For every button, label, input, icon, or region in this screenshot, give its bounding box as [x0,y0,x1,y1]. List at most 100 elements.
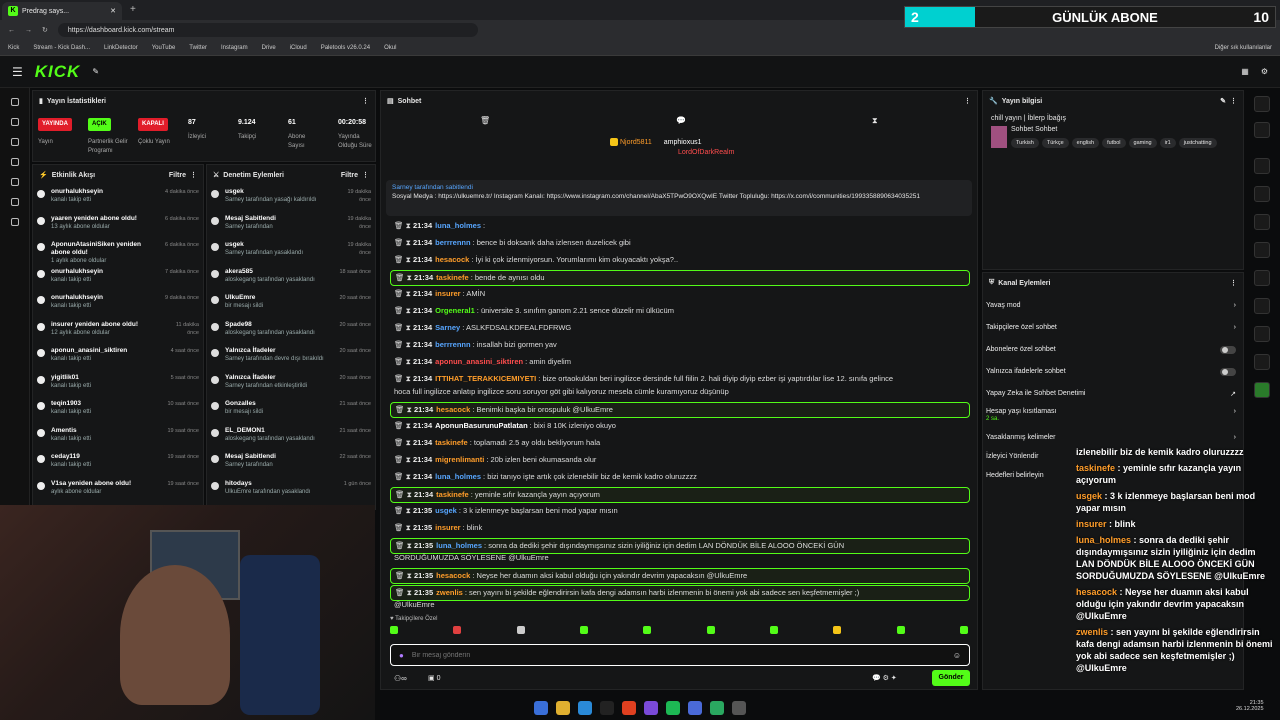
chat-message[interactable]: 🗑 ⧗ 21:35 usgek: 3 k izlenmeye başlarsan … [390,504,970,518]
mod-actions-icon[interactable]: 🗑 ⧗ [394,357,413,366]
activity-filter-button[interactable]: Filtre [169,172,186,179]
chat-message[interactable]: 🗑 ⧗ 21:34 berrrennn: insallah bizi gormen… [390,338,970,352]
message-username[interactable]: AponunBasurunuPatlatan [435,421,528,430]
bookmark[interactable]: Twitter [189,45,207,51]
feed-row[interactable]: Yalnızca İfadeler Sarney tarafından etkin… [207,371,375,398]
emote-icon[interactable] [453,626,462,634]
feed-row[interactable]: akera585 aloskegang tarafından yasaklandı… [207,265,375,292]
chat-message[interactable]: @UlkuEmre [390,598,970,612]
chat-message[interactable]: 🗑 ⧗ 21:34 taskinefe: yeminle sıfır kazanç… [390,487,970,503]
message-username[interactable]: zwenlis [436,588,463,597]
feed-row[interactable]: usgek Sarney tarafından yasaklandı 19 daki… [207,238,375,265]
more-icon[interactable]: ⋮ [964,97,971,105]
bookmark[interactable]: Stream - Kick Dash... [33,45,90,51]
feed-row[interactable]: V1sa yeniden abone oldu! aylık abone oldu… [33,477,203,504]
chat-bubble-icon[interactable]: 💬 [676,116,686,125]
mod-actions-icon[interactable]: 🗑 ⧗ [394,472,413,481]
rail-target-icon[interactable] [1254,158,1270,174]
more-icon[interactable]: ⋮ [362,171,369,179]
feed-row[interactable]: Amentis kanalı takip etti 19 saat önce [33,424,203,451]
more-icon[interactable]: ⋮ [190,171,197,179]
message-username[interactable]: luna_holmes [435,221,481,230]
chat-message[interactable]: 🗑 ⧗ 21:34 berrrennn: bence bi doksank dah… [390,236,970,250]
mod-actions-icon[interactable]: 🗑 ⧗ [394,374,413,383]
emote-icon[interactable] [579,626,588,634]
chat-message[interactable]: 🗑 ⧗ 21:34 migrenlimanti: 20b izlen beni o… [390,453,970,467]
emote-icon[interactable] [516,626,525,634]
message-username[interactable]: usgek [435,506,457,515]
firefox-icon[interactable] [622,701,636,715]
rail-btn-1[interactable] [1254,96,1270,112]
feed-row[interactable]: EL_DEMON1 aloskegang tarafından yasakland… [207,424,375,451]
browser-tab[interactable]: K Predrag says... ✕ [2,2,122,20]
url-field[interactable]: https://dashboard.kick.com/stream [57,23,478,37]
rail-content-icon[interactable] [11,118,19,126]
mod-actions-icon[interactable]: 🗑 ⧗ [394,455,413,464]
banned-words-row[interactable]: Yasaklanmış kelimeler › [986,434,1236,441]
feed-row[interactable]: teqin1903 kanalı takip etti 10 saat önce [33,397,203,424]
rail-pen-icon[interactable] [1254,122,1270,138]
rail-share-icon[interactable] [1254,354,1270,370]
rail-chat-icon[interactable] [1254,242,1270,258]
mod-actions-icon[interactable]: 🗑 ⧗ [394,221,413,230]
emote-icon[interactable] [833,626,842,634]
mod-actions-icon[interactable]: 🗑 ⧗ [394,323,413,332]
chat-message[interactable]: 🗑 ⧗ 21:34 Sarney: ASLKFDSALKDFEALFDFRWG [390,321,970,335]
mod-actions-icon[interactable]: 🗑 ⧗ [395,405,414,414]
settings-icon[interactable]: ⚙ [1261,67,1268,76]
emotes-only-toggle[interactable] [1220,368,1236,376]
chat-message[interactable]: 🗑 ⧗ 21:34 AponunBasurunuPatlatan: bixi 8 … [390,419,970,433]
message-username[interactable]: Sarney [435,323,460,332]
obs-icon[interactable] [732,701,746,715]
mod-actions-icon[interactable]: 🗑 ⧗ [394,421,413,430]
layout-icon[interactable]: ▦ [1241,67,1249,76]
bookmark[interactable]: Instagram [221,45,248,51]
bookmark[interactable]: LinkDetector [104,45,138,51]
feed-row[interactable]: usgek Sarney tarafından yasağı kaldırıldı… [207,185,375,212]
feed-row[interactable]: ceday119 kanalı takip etti 19 saat önce [33,450,203,477]
feed-row[interactable]: Spade98 aloskegang tarafından yasaklandı 2… [207,318,375,345]
mic-icon[interactable]: ● [399,651,404,660]
feed-row[interactable]: onurhalukhseyin kanalı takip etti 7 dakika… [33,265,203,292]
mod-actions-icon[interactable]: 🗑 ⧗ [394,438,413,447]
emote-icon[interactable] [643,626,652,634]
send-button[interactable]: Gönder [932,670,970,686]
edge-icon[interactable] [578,701,592,715]
feed-row[interactable]: yigitlik01 kanalı takip etti 5 saat önce [33,371,203,398]
mod-actions-icon[interactable]: 🗑 ⧗ [394,506,413,515]
message-username[interactable]: hesacock [436,571,470,580]
feed-row[interactable]: aponun_anasini_siktiren kanalı takip etti… [33,344,203,371]
emote-icon[interactable] [959,626,968,634]
message-username[interactable]: berrrennn [435,340,470,349]
rail-square-icon[interactable] [1254,298,1270,314]
hourglass-icon[interactable]: ⧗ [872,116,878,126]
explorer-icon[interactable] [556,701,570,715]
new-tab-icon[interactable]: + [130,4,136,15]
reload-icon[interactable]: ↻ [42,26,48,34]
feed-row[interactable]: Mesaj Sabitlendi Sarney tarafından 22 saat… [207,450,375,477]
bookmark[interactable]: Paletools v26.0.24 [321,45,370,51]
moderation-filter-button[interactable]: Filtre [341,172,358,179]
chat-message[interactable]: 🗑 ⧗ 21:34 Orgeneral1: üniversite 3. sınıf… [390,304,970,318]
more-icon[interactable]: ⋮ [362,97,369,105]
followers-only-row[interactable]: Takipçilere özel sohbet › [986,324,1236,331]
emote-icon[interactable] [706,626,715,634]
chat-message[interactable]: 🗑 ⧗ 21:34 ITTIHAT_TERAKKICEMIYETI: bize o… [390,372,970,386]
mod-actions-icon[interactable]: 🗑 ⧗ [395,541,414,550]
rail-settings-icon[interactable] [11,218,19,226]
chat-message[interactable]: 🗑 ⧗ 21:34 aponun_anasini_siktiren: amin d… [390,355,970,369]
close-tab-icon[interactable]: ✕ [110,7,116,15]
feed-row[interactable]: Mesaj Sabitlendi Sarney tarafından 19 daki… [207,212,375,239]
rail-community-icon[interactable] [11,178,19,186]
mod-actions-icon[interactable]: 🗑 ⧗ [395,490,414,499]
other-bookmarks[interactable]: Diğer sık kullanılanlar [1215,45,1272,51]
chat-tool-icons[interactable]: 💬 ⚙ ✦ [872,674,897,682]
message-username[interactable]: Orgeneral1 [435,306,475,315]
rail-stream-icon[interactable] [11,98,19,106]
message-username[interactable]: taskinefe [435,438,468,447]
app-icon[interactable] [688,701,702,715]
emote-icon[interactable] [896,626,905,634]
chat-message[interactable]: 🗑 ⧗ 21:34 luna_holmes: [390,219,970,233]
top-supporter-1[interactable]: Njord5811 [620,139,652,146]
start-icon[interactable] [534,701,548,715]
